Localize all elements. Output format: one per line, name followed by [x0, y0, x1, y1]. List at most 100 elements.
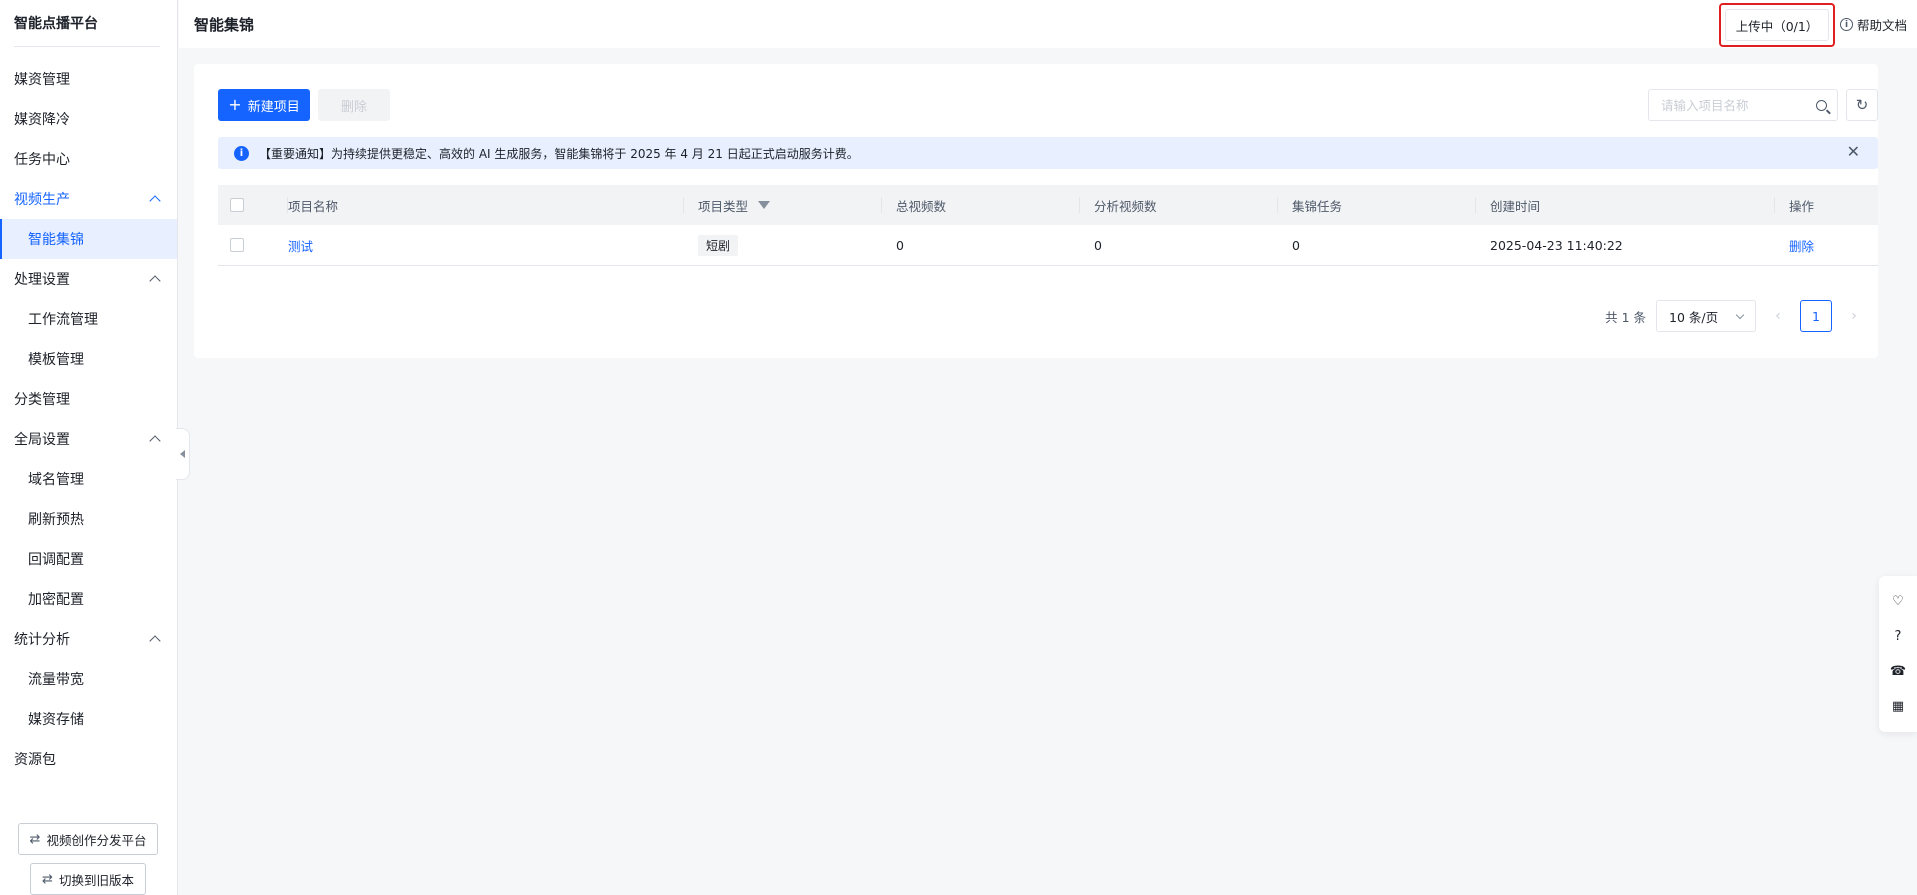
info-icon: i [234, 145, 249, 161]
prev-page-button[interactable]: ‹ [1766, 300, 1790, 332]
sidebar-item-callback[interactable]: 回调配置 [0, 539, 177, 579]
search-input[interactable] [1661, 97, 1801, 113]
sidebar-item-category[interactable]: 分类管理 [0, 379, 177, 419]
column-header: 总视频数 [882, 185, 1080, 225]
row-select [218, 225, 288, 265]
page-title: 智能集锦 [194, 15, 255, 34]
column-header: 项目类型 [684, 185, 882, 225]
sidebar-item-label: 流量带宽 [28, 672, 84, 688]
floating-toolbar: ♡ ? ☎ ▦ [1879, 576, 1917, 732]
button-label: 新建项目 [247, 99, 300, 115]
chevron-up-icon [149, 195, 161, 207]
sidebar-item-workflow[interactable]: 工作流管理 [0, 299, 177, 339]
help-label: 帮助文档 [1856, 18, 1907, 33]
close-icon[interactable]: ✕ [1847, 144, 1860, 160]
action-cell: 删除 [1775, 225, 1878, 265]
plus-icon: + [228, 95, 242, 114]
sidebar-nav: 媒资管理 媒资降冷 任务中心 视频生产 智能集锦 处理设置 工作流管理 模板管理… [0, 47, 177, 779]
sidebar: 智能点播平台 媒资管理 媒资降冷 任务中心 视频生产 智能集锦 处理设置 工作流… [0, 0, 178, 895]
sidebar-item-label: 分类管理 [14, 392, 70, 408]
sidebar-item-highlights[interactable]: 智能集锦 [0, 219, 177, 259]
upload-status-button[interactable]: 上传中（0/1） [1725, 9, 1829, 41]
column-header: 集锦任务 [1278, 185, 1476, 225]
sidebar-group-global-settings[interactable]: 全局设置 [0, 419, 177, 459]
sidebar-collapse-toggle[interactable] [176, 428, 190, 480]
feedback-icon[interactable]: ♡ [1890, 594, 1906, 610]
next-page-button[interactable]: › [1842, 300, 1866, 332]
column-label: 分析视频数 [1094, 198, 1157, 214]
sidebar-group-label: 视频生产 [14, 192, 70, 208]
sidebar-item-encryption[interactable]: 加密配置 [0, 579, 177, 619]
button-label: 视频创作分发平台 [46, 832, 147, 848]
analyzed-videos-cell: 0 [1094, 237, 1102, 253]
sidebar-item-media-cold[interactable]: 媒资降冷 [0, 99, 177, 139]
row-delete-link[interactable]: 删除 [1789, 236, 1814, 255]
page-size-value: 10 条/页 [1669, 309, 1719, 325]
sidebar-group-video-production[interactable]: 视频生产 [0, 179, 177, 219]
swap-icon: ⇄ [42, 871, 53, 887]
filter-icon[interactable] [758, 201, 771, 209]
sidebar-item-media[interactable]: 媒资管理 [0, 59, 177, 99]
total-videos-cell: 0 [896, 237, 904, 253]
sidebar-group-label: 全局设置 [14, 432, 70, 448]
sidebar-item-label: 资源包 [14, 752, 56, 768]
sidebar-item-templates[interactable]: 模板管理 [0, 339, 177, 379]
page-number-current[interactable]: 1 [1800, 300, 1832, 332]
caret-left-icon [180, 450, 185, 458]
sidebar-item-resource-pack[interactable]: 资源包 [0, 739, 177, 779]
video-platform-button[interactable]: ⇄ 视频创作分发平台 [18, 823, 158, 855]
refresh-button[interactable]: ↻ [1846, 89, 1878, 121]
column-header: 创建时间 [1476, 185, 1775, 225]
chevron-up-icon [149, 435, 161, 447]
sidebar-item-label: 回调配置 [28, 552, 84, 568]
phone-icon[interactable]: ☎ [1890, 664, 1906, 680]
row-checkbox[interactable] [230, 238, 244, 252]
column-label: 创建时间 [1490, 198, 1541, 214]
chevron-up-icon [149, 275, 161, 287]
total-count: 共 1 条 [1605, 309, 1646, 325]
sidebar-group-label: 处理设置 [14, 272, 70, 288]
sidebar-item-refresh[interactable]: 刷新预热 [0, 499, 177, 539]
question-icon[interactable]: ? [1890, 629, 1906, 645]
column-label: 操作 [1789, 198, 1815, 214]
sidebar-item-bandwidth[interactable]: 流量带宽 [0, 659, 177, 699]
sidebar-item-label: 域名管理 [28, 472, 84, 488]
sidebar-item-task-center[interactable]: 任务中心 [0, 139, 177, 179]
project-type-cell: 短剧 [684, 225, 882, 265]
project-type-tag: 短剧 [698, 234, 739, 256]
search-box[interactable] [1648, 89, 1838, 121]
refresh-icon: ↻ [1855, 96, 1869, 114]
sidebar-item-domains[interactable]: 域名管理 [0, 459, 177, 499]
content-card: + 新建项目 删除 ↻ i 【重要通知】为持续提供更稳定、高效的 AI 生成服务… [194, 64, 1878, 358]
sidebar-group-analytics[interactable]: 统计分析 [0, 619, 177, 659]
chevron-down-icon [1735, 310, 1745, 319]
column-label: 项目名称 [288, 198, 339, 214]
column-label: 总视频数 [896, 198, 947, 214]
header-select-all [218, 185, 288, 225]
sidebar-item-label: 工作流管理 [28, 312, 98, 328]
notice-text: 【重要通知】为持续提供更稳定、高效的 AI 生成服务，智能集锦将于 2025 年… [259, 146, 859, 161]
page-size-select[interactable]: 10 条/页 [1656, 300, 1756, 332]
brand-title: 智能点播平台 [14, 16, 98, 32]
search-icon[interactable] [1816, 99, 1827, 111]
swap-icon: ⇄ [29, 831, 41, 847]
project-name-link[interactable]: 测试 [288, 236, 313, 255]
sidebar-group-processing[interactable]: 处理设置 [0, 259, 177, 299]
sidebar-item-storage[interactable]: 媒资存储 [0, 699, 177, 739]
chevron-up-icon [149, 635, 161, 647]
help-docs-link[interactable]: i 帮助文档 [1839, 15, 1907, 34]
delete-button[interactable]: 删除 [318, 89, 390, 121]
grid-icon[interactable]: ▦ [1890, 699, 1906, 715]
table-header: 项目名称 项目类型 总视频数 分析视频数 集锦任务 创建时间 操作 [218, 185, 1878, 225]
sidebar-item-label: 刷新预热 [28, 512, 84, 528]
project-table: 项目名称 项目类型 总视频数 分析视频数 集锦任务 创建时间 操作 测试 短剧 … [218, 185, 1878, 266]
column-label: 集锦任务 [1292, 198, 1343, 214]
new-project-button[interactable]: + 新建项目 [218, 89, 310, 121]
pagination: 共 1 条 10 条/页 ‹ 1 › [1605, 300, 1866, 332]
switch-old-version-button[interactable]: ⇄ 切换到旧版本 [30, 863, 146, 895]
project-name-cell: 测试 [288, 225, 684, 265]
info-icon: i [1839, 18, 1853, 31]
select-all-checkbox[interactable] [230, 198, 244, 212]
column-header: 操作 [1775, 185, 1878, 225]
column-label: 项目类型 [698, 198, 749, 214]
